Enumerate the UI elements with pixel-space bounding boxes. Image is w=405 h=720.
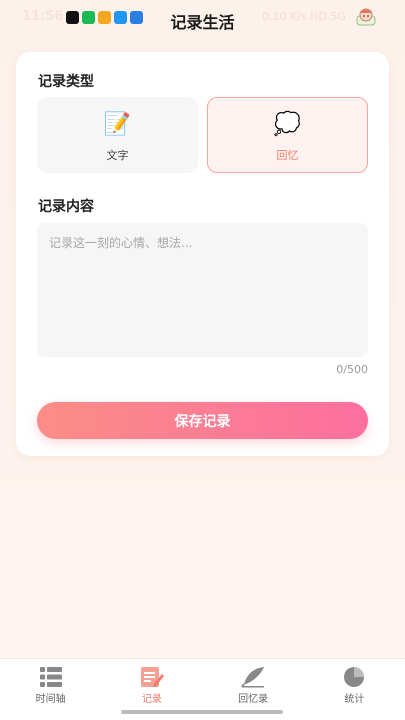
list-icon <box>39 667 62 687</box>
avatar-icon[interactable] <box>355 7 377 27</box>
page-title: 记录生活 <box>170 13 235 32</box>
record-content-label: 记录内容 <box>38 199 94 215</box>
record-form-card: 记录类型 📝 文字 💭 回忆 记录内容 0/500 保存记录 <box>16 52 389 456</box>
tab-stats[interactable]: 统计 <box>304 659 405 720</box>
char-counter: 0/500 <box>336 363 368 376</box>
content-textarea[interactable] <box>37 223 368 357</box>
tab-label: 时间轴 <box>35 694 66 705</box>
tab-label: 回忆录 <box>238 694 269 705</box>
record-type-label: 记录类型 <box>38 74 94 90</box>
type-option-label: 回忆 <box>276 149 299 162</box>
tab-timeline[interactable]: 时间轴 <box>0 659 101 720</box>
save-record-button[interactable]: 保存记录 <box>37 402 368 439</box>
type-option-memory[interactable]: 💭 回忆 <box>207 97 368 173</box>
edit-icon <box>140 667 164 687</box>
tab-label: 记录 <box>141 694 162 705</box>
pie-chart-icon <box>344 667 365 687</box>
thought-bubble-icon: 💭 <box>273 112 302 137</box>
tab-label: 统计 <box>344 694 365 705</box>
type-option-text[interactable]: 📝 文字 <box>37 97 198 173</box>
memo-icon: 📝 <box>103 112 132 137</box>
type-option-label: 文字 <box>106 149 129 162</box>
home-indicator[interactable] <box>121 710 283 714</box>
quill-icon <box>241 667 265 688</box>
